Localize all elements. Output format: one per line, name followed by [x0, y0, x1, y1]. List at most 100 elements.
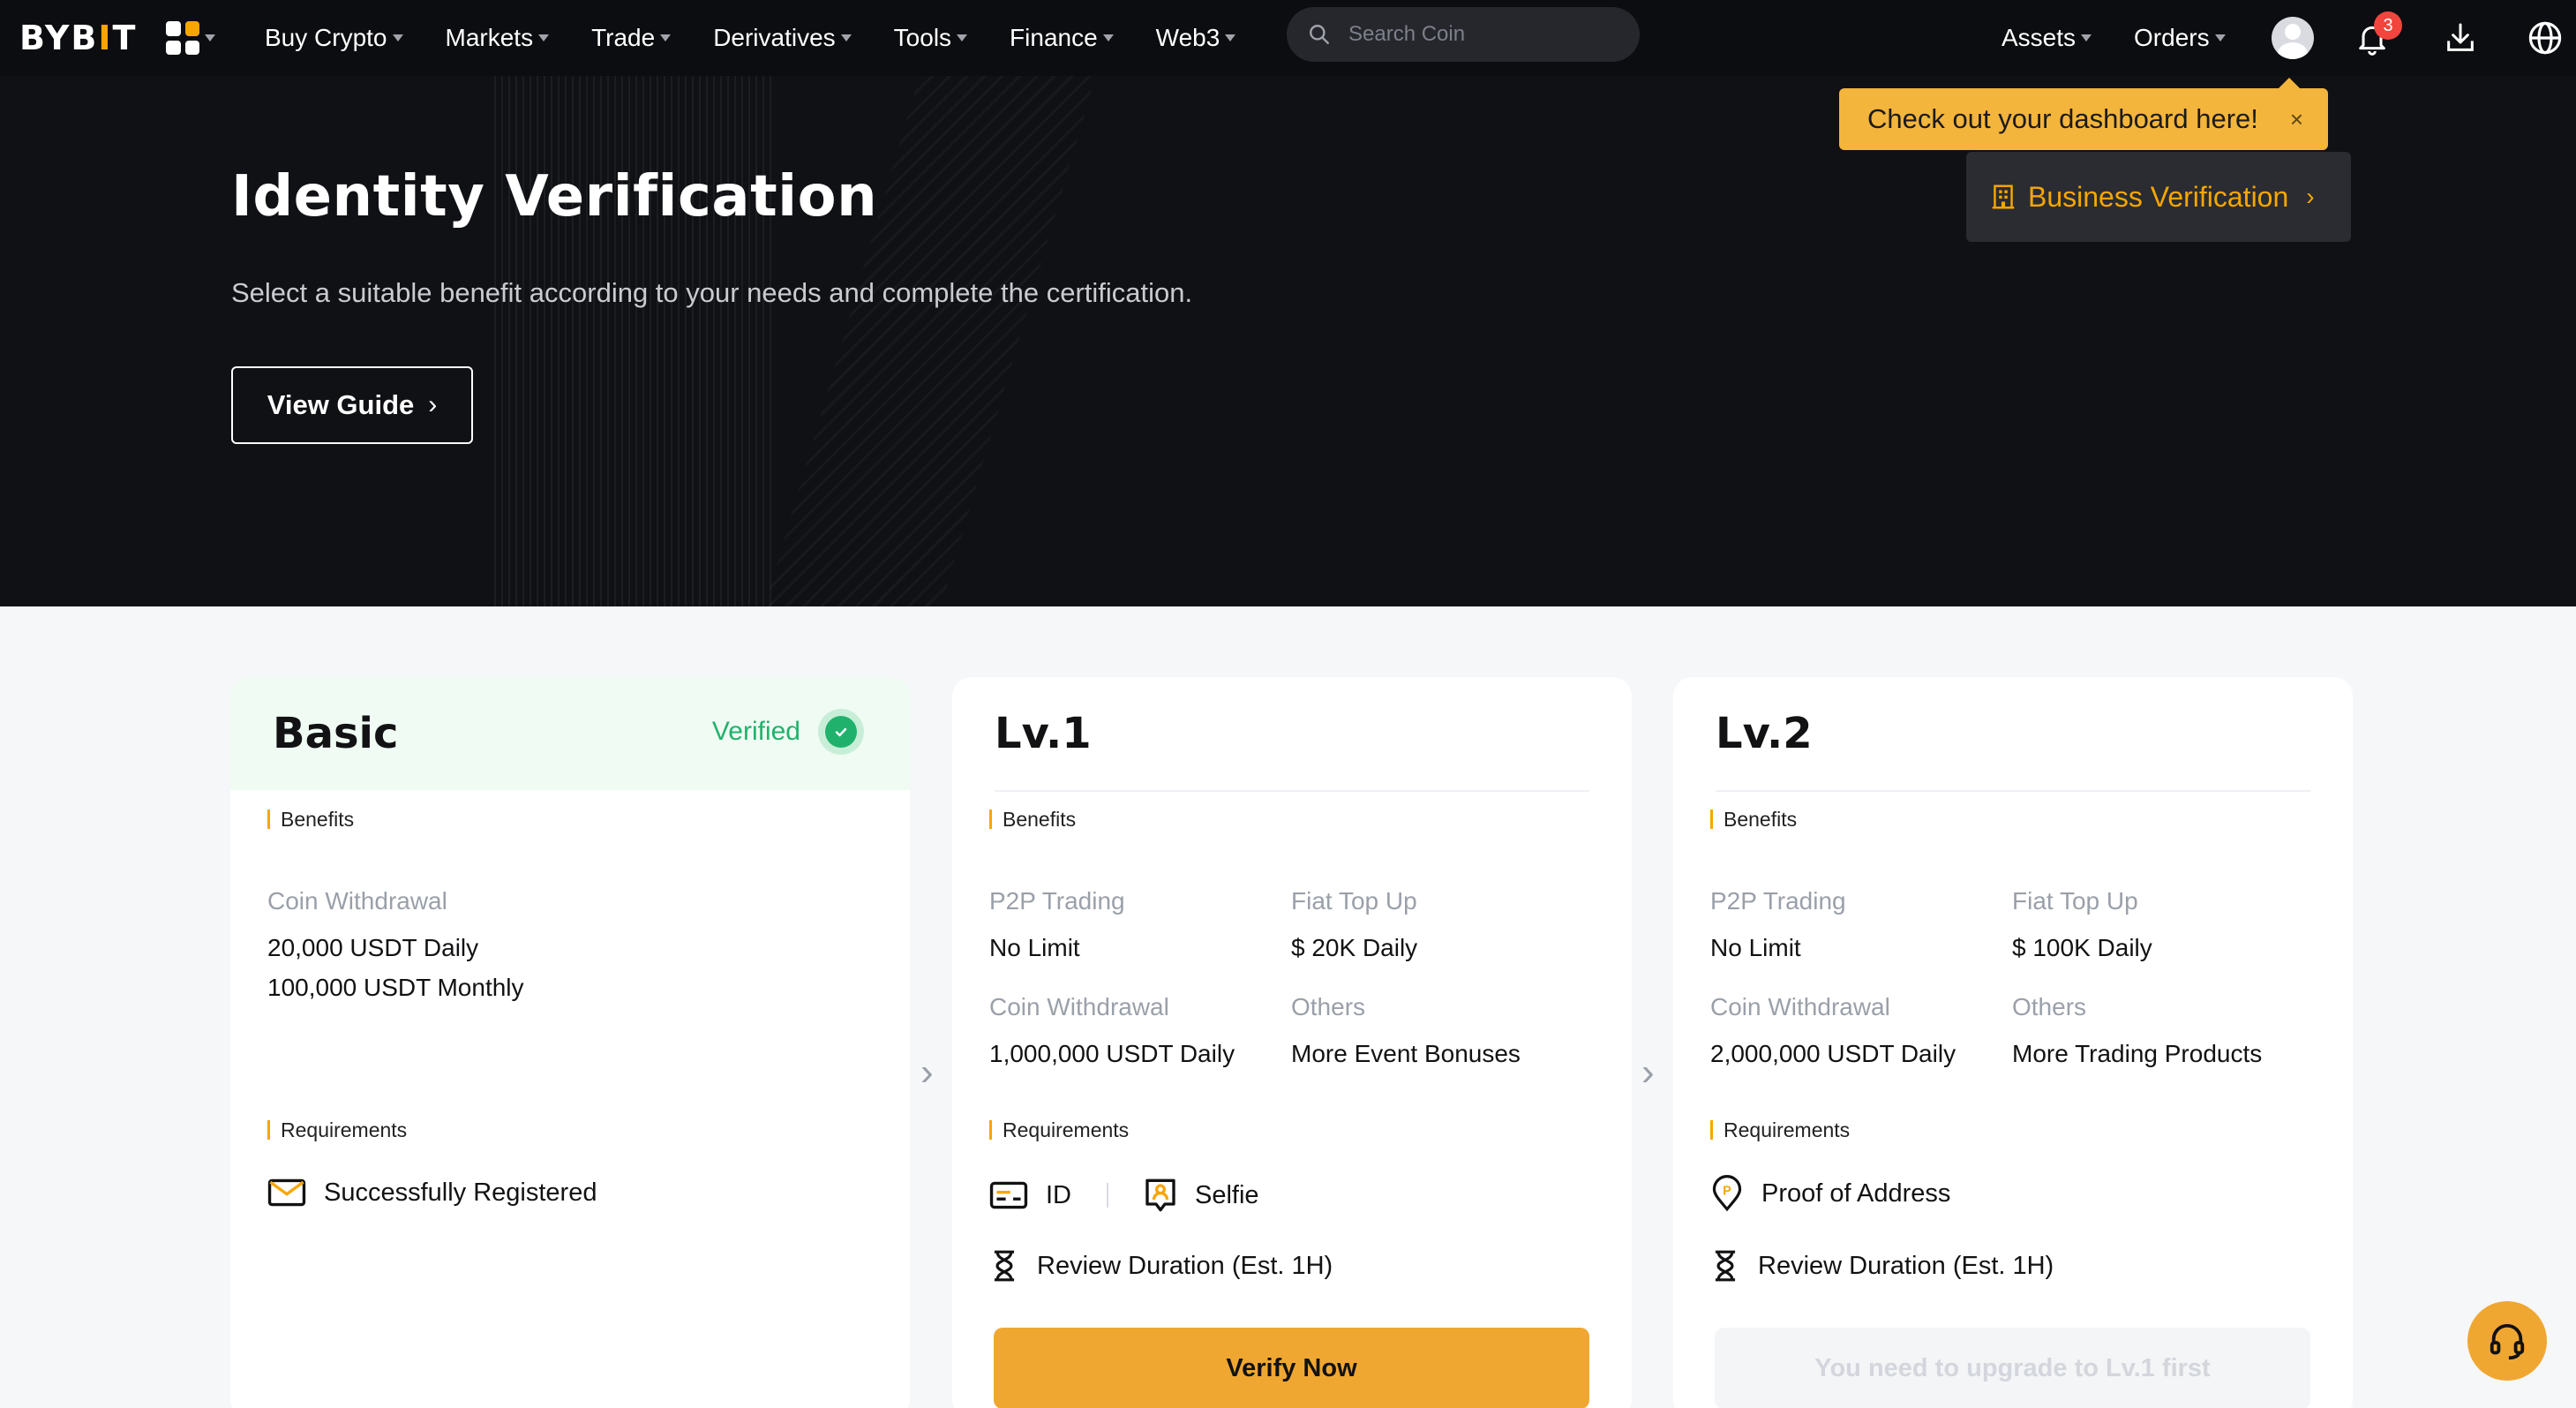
view-guide-label: View Guide	[267, 389, 415, 420]
benefit-value: $ 100K Daily	[2012, 934, 2152, 961]
chevron-right-icon: ›	[920, 1050, 934, 1094]
benefits-label: Benefits	[1710, 809, 1797, 830]
nav-right: Assets Orders	[2001, 0, 2268, 76]
menu-markets[interactable]: Markets	[446, 24, 550, 52]
requirement-text: ID	[1046, 1180, 1071, 1209]
globe-icon	[2528, 21, 2562, 55]
verify-now-button[interactable]: Verify Now	[994, 1328, 1589, 1408]
notifications-button[interactable]: 3	[2346, 11, 2402, 64]
main-menu: Buy Crypto Markets Trade Derivatives Too…	[265, 0, 1278, 76]
view-guide-button[interactable]: View Guide ›	[231, 366, 473, 444]
requirements-label: Requirements	[1710, 1120, 1850, 1141]
chevron-down-icon	[1102, 34, 1114, 41]
chevron-down-icon	[392, 34, 403, 41]
benefit-key: Fiat Top Up	[1291, 887, 1417, 915]
chevron-down-icon	[2214, 34, 2226, 41]
requirement-text: Proof of Address	[1761, 1178, 1951, 1208]
id-card-icon	[989, 1181, 1028, 1209]
menu-derivatives[interactable]: Derivatives	[713, 24, 852, 52]
headset-icon	[2490, 1323, 2525, 1360]
requirement-text: Selfie	[1195, 1180, 1259, 1209]
menu-label: Buy Crypto	[265, 24, 387, 51]
chevron-down-icon	[538, 34, 550, 41]
menu-assets[interactable]: Assets	[2001, 24, 2092, 52]
check-circle-icon	[818, 709, 864, 755]
requirement-id-selfie: ID Selfie	[989, 1178, 1259, 1213]
tooltip-text: Check out your dashboard here!	[1867, 103, 2258, 134]
requirements-label: Requirements	[267, 1120, 407, 1141]
chevron-right-icon: ›	[1641, 1050, 1655, 1094]
support-chat-button[interactable]	[2467, 1301, 2547, 1381]
download-button[interactable]	[2434, 11, 2487, 64]
top-nav: BYB I T Buy Crypto Markets Trade Derivativ…	[0, 0, 2576, 76]
location-pin-icon: P	[1712, 1175, 1742, 1212]
logo-text-right: T	[112, 19, 138, 57]
menu-tools[interactable]: Tools	[893, 24, 968, 52]
benefit-coin-withdrawal: Coin Withdrawal 20,000 USDT Daily 100,00…	[267, 887, 524, 1007]
menu-trade[interactable]: Trade	[591, 24, 672, 52]
chevron-down-icon	[660, 34, 672, 41]
selfie-icon	[1145, 1178, 1175, 1212]
requirements-label: Requirements	[989, 1120, 1129, 1141]
close-icon[interactable]: ×	[2290, 106, 2303, 133]
review-duration: Review Duration (Est. 1H)	[989, 1249, 1333, 1283]
benefit-value: 1,000,000 USDT Daily	[989, 1040, 1235, 1067]
benefit-key: Others	[1291, 993, 1366, 1020]
page-subtitle: Select a suitable benefit according to y…	[231, 277, 1193, 308]
upgrade-required-button[interactable]: You need to upgrade to Lv.1 first	[1715, 1328, 2310, 1408]
hourglass-icon	[1715, 1250, 1736, 1282]
chevron-right-icon: ›	[2306, 183, 2315, 210]
benefits-label: Benefits	[267, 809, 354, 830]
page-title: Identity Verification	[231, 164, 878, 230]
apps-menu-button[interactable]	[166, 18, 228, 58]
chevron-down-icon	[205, 34, 215, 41]
divider	[1716, 790, 2310, 792]
menu-label: Derivatives	[713, 24, 836, 51]
verified-status: Verified	[712, 709, 864, 755]
benefit-value: More Event Bonuses	[1291, 1040, 1521, 1067]
menu-label: Orders	[2134, 24, 2210, 51]
bybit-logo[interactable]: BYB I T	[19, 16, 137, 60]
benefit-fiat-top-up: Fiat Top Up $ 20K Daily	[1291, 887, 1417, 968]
review-text: Review Duration (Est. 1H)	[1758, 1251, 2054, 1280]
level-card-lv2: Lv.2 Benefits P2P Trading No Limit Fiat …	[1673, 677, 2353, 1408]
card-title: Lv.1	[995, 709, 1092, 758]
menu-orders[interactable]: Orders	[2134, 24, 2226, 52]
download-icon	[2447, 23, 2474, 51]
svg-text:P: P	[1723, 1185, 1731, 1199]
chevron-down-icon	[2081, 34, 2092, 41]
benefit-p2p-trading: P2P Trading No Limit	[1710, 887, 1846, 968]
envelope-icon	[267, 1178, 306, 1207]
search-input[interactable]	[1348, 22, 1613, 47]
search-box[interactable]	[1287, 7, 1640, 62]
benefits-label: Benefits	[989, 809, 1076, 830]
card-header: Lv.1	[952, 677, 1632, 790]
logo-text-mid: I	[98, 19, 113, 57]
menu-label: Tools	[893, 24, 952, 51]
notification-badge: 3	[2374, 11, 2402, 40]
menu-web3[interactable]: Web3	[1156, 24, 1236, 52]
business-verification-button[interactable]: Business Verification ›	[1966, 152, 2351, 242]
menu-label: Markets	[445, 24, 534, 51]
avatar-button[interactable]	[2266, 11, 2319, 64]
requirement-proof-of-address: P Proof of Address	[1710, 1175, 1950, 1212]
level-card-lv1: Lv.1 Benefits P2P Trading No Limit Fiat …	[952, 677, 1632, 1408]
logo-text-left: BYB	[19, 19, 99, 57]
benefit-others: Others More Event Bonuses	[1291, 993, 1521, 1073]
search-icon	[1310, 25, 1329, 44]
menu-label: Web3	[1155, 24, 1220, 51]
benefit-value: No Limit	[1710, 934, 1801, 961]
benefit-value: No Limit	[989, 934, 1080, 961]
divider	[995, 790, 1589, 792]
benefit-value: 20,000 USDT Daily	[267, 934, 479, 961]
chevron-down-icon	[957, 34, 968, 41]
menu-buy-crypto[interactable]: Buy Crypto	[265, 24, 403, 52]
menu-label: Assets	[2001, 24, 2077, 51]
building-icon	[1992, 184, 2015, 209]
language-button[interactable]	[2519, 11, 2572, 64]
requirement-text: Successfully Registered	[324, 1178, 597, 1207]
menu-finance[interactable]: Finance	[1010, 24, 1114, 52]
benefit-others: Others More Trading Products	[2012, 993, 2262, 1073]
benefit-key: Coin Withdrawal	[989, 993, 1169, 1020]
card-title: Basic	[273, 709, 399, 758]
